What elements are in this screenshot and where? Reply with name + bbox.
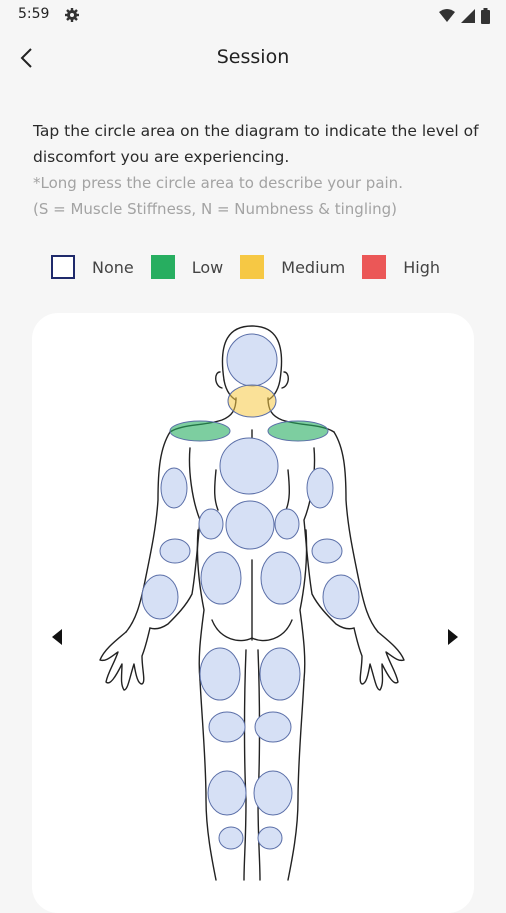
zone-right-lower-back[interactable] <box>260 551 302 605</box>
instructions: Tap the circle area on the diagram to in… <box>33 118 499 222</box>
pain-level-legend: None Low Medium High <box>51 255 457 279</box>
legend-item-none: None <box>51 255 134 279</box>
gear-icon <box>65 8 79 22</box>
legend-item-high: High <box>362 255 440 279</box>
zone-right-forearm[interactable] <box>322 574 360 620</box>
legend-label-none: None <box>92 257 134 277</box>
zone-left-thigh[interactable] <box>199 647 241 701</box>
abbreviation-key: (S = Muscle Stiffness, N = Numbness & ti… <box>33 200 398 218</box>
zone-left-lower-back[interactable] <box>200 551 242 605</box>
zone-left-flank[interactable] <box>198 508 224 540</box>
swatch-medium <box>240 255 265 279</box>
battery-icon <box>481 8 490 24</box>
zone-left-calf[interactable] <box>207 770 247 816</box>
zone-left-knee[interactable] <box>208 711 246 743</box>
app-bar: Session <box>0 34 506 80</box>
instruction-text: Tap the circle area on the diagram to in… <box>33 122 479 166</box>
signal-icon <box>461 9 475 23</box>
zone-right-elbow[interactable] <box>311 538 343 564</box>
swatch-low <box>150 255 175 279</box>
triangle-left-icon[interactable] <box>46 625 68 649</box>
zone-left-shoulder[interactable] <box>169 420 231 442</box>
zone-right-knee[interactable] <box>254 711 292 743</box>
status-bar: 5:59 <box>0 0 506 32</box>
zone-left-upper-arm[interactable] <box>160 467 188 509</box>
legend-label-high: High <box>403 257 441 277</box>
legend-label-low: Low <box>191 257 224 277</box>
status-time: 5:59 <box>18 6 50 22</box>
triangle-right-icon[interactable] <box>442 625 464 649</box>
legend-item-medium: Medium <box>240 255 345 279</box>
zone-right-calf[interactable] <box>253 770 293 816</box>
zone-left-elbow[interactable] <box>159 538 191 564</box>
wifi-icon <box>439 9 455 22</box>
zone-left-ankle[interactable] <box>218 826 244 850</box>
zone-upper-back[interactable] <box>219 437 279 495</box>
zone-neck[interactable] <box>227 384 277 418</box>
zone-right-ankle[interactable] <box>257 826 283 850</box>
swatch-none <box>51 255 75 279</box>
legend-label-medium: Medium <box>281 257 346 277</box>
zone-head[interactable] <box>226 333 278 387</box>
zone-mid-back[interactable] <box>225 500 275 550</box>
zone-right-upper-arm[interactable] <box>306 467 334 509</box>
zone-right-shoulder[interactable] <box>267 420 329 442</box>
zone-right-thigh[interactable] <box>259 647 301 701</box>
legend-item-low: Low <box>150 255 224 279</box>
zone-right-flank[interactable] <box>274 508 300 540</box>
zone-left-forearm[interactable] <box>141 574 179 620</box>
page-title: Session <box>216 46 290 68</box>
swatch-high <box>362 255 387 279</box>
long-press-note: *Long press the circle area to describe … <box>33 174 403 192</box>
